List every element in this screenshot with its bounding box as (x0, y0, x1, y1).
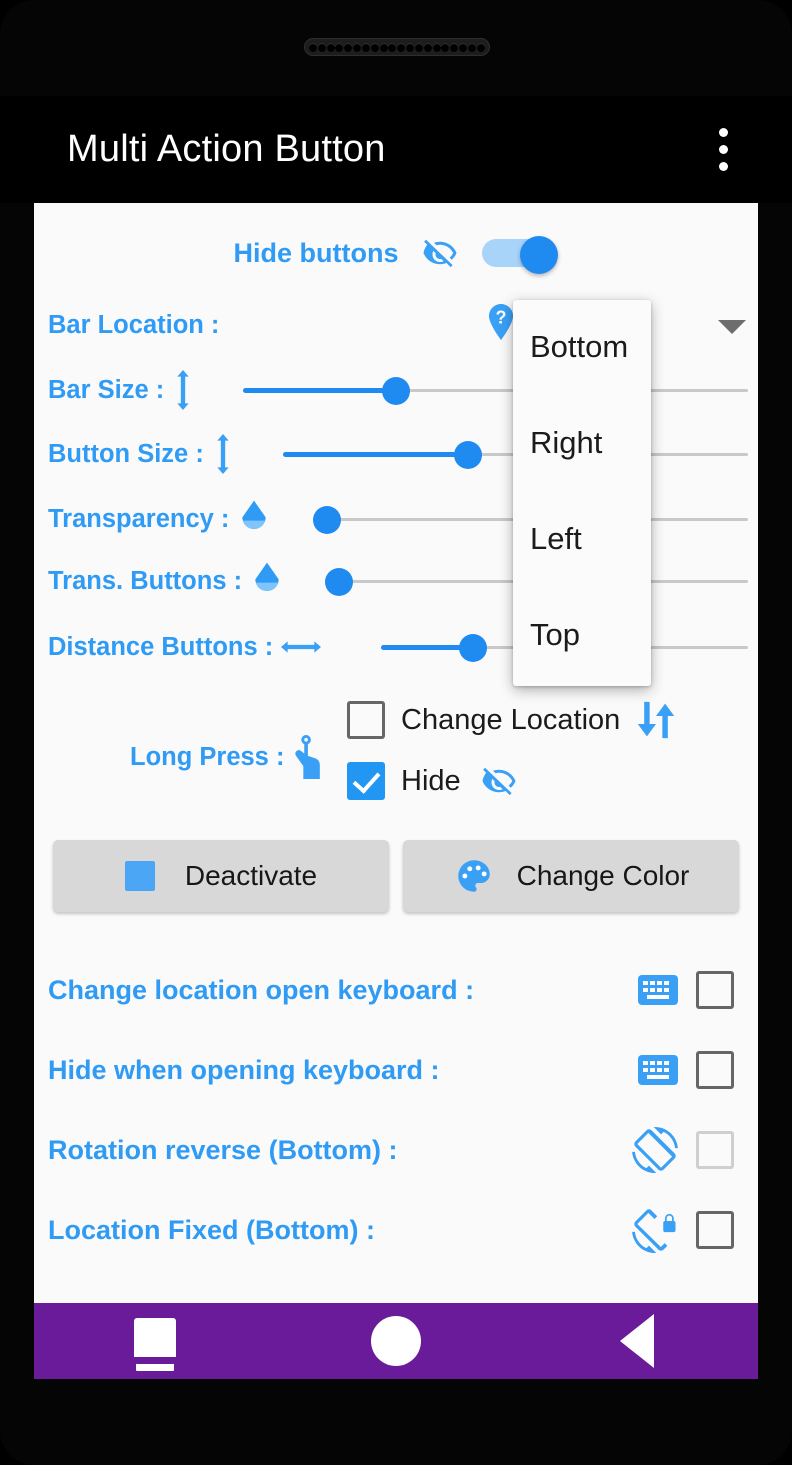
eye-off-icon (423, 239, 457, 268)
deactivate-button[interactable]: Deactivate (53, 840, 389, 912)
option-row-hide-keyboard: Hide when opening keyboard : (34, 1043, 758, 1097)
rotation-reverse-label: Rotation reverse (Bottom) : (48, 1134, 398, 1165)
palette-icon (457, 860, 490, 892)
change-color-button[interactable]: Change Color (403, 840, 739, 912)
arrows-horizontal-icon (281, 636, 322, 658)
trans-buttons-label: Trans. Buttons : (48, 566, 243, 595)
hide-buttons-row: Hide buttons (34, 235, 758, 274)
transparency-label: Transparency : (48, 504, 230, 533)
option-row-location-fixed: Location Fixed (Bottom) : (34, 1203, 758, 1257)
long-press-option-hide[interactable]: Hide (347, 762, 521, 800)
long-press-option-change-location[interactable]: Change Location (347, 698, 676, 742)
hide-buttons-toggle[interactable] (482, 236, 559, 274)
dropdown-option-bottom[interactable]: Bottom (530, 329, 628, 365)
distance-buttons-label: Distance Buttons : (48, 632, 274, 661)
nav-back-button[interactable] (517, 1314, 758, 1368)
dropdown-option-top[interactable]: Top (530, 617, 580, 653)
tap-hand-icon (295, 735, 321, 779)
screen-lock-rotation-icon (632, 1209, 676, 1253)
android-nav-bar (34, 1303, 758, 1379)
bar-size-slider[interactable] (243, 370, 748, 410)
hide-label: Hide (401, 764, 461, 797)
hide-buttons-label: Hide buttons (233, 237, 399, 268)
page-title: Multi Action Button (67, 128, 386, 170)
circle-icon (370, 1316, 421, 1366)
checkbox-change-location[interactable] (347, 701, 385, 739)
change-location-label: Change Location (401, 703, 621, 736)
keyboard-icon (638, 1055, 678, 1085)
resize-vertical-icon (212, 434, 234, 474)
resize-vertical-icon (172, 370, 194, 410)
screen-rotation-icon (632, 1127, 678, 1173)
eye-off-icon (482, 767, 516, 796)
dropdown-option-left[interactable]: Left (530, 521, 582, 557)
long-press-label: Long Press : (130, 742, 285, 771)
bar-size-label: Bar Size : (48, 375, 165, 404)
blue-square-icon (124, 861, 155, 891)
location-fixed-label: Location Fixed (Bottom) : (48, 1214, 375, 1245)
keyboard-icon (638, 975, 678, 1005)
svg-text:?: ? (496, 308, 507, 328)
option-row-rotation-reverse: Rotation reverse (Bottom) : (34, 1123, 758, 1177)
chevron-down-icon[interactable] (718, 320, 746, 334)
water-drop-icon (250, 561, 284, 601)
toggle-thumb (520, 236, 559, 274)
phone-frame: Multi Action Button Hide buttons Bar Loc… (0, 0, 792, 1465)
slider-thumb[interactable] (382, 377, 410, 405)
change-location-keyboard-label: Change location open keyboard : (48, 974, 475, 1005)
bar-location-label: Bar Location : (48, 310, 220, 339)
checkbox-rotation-reverse[interactable] (696, 1131, 734, 1169)
long-press-label-group: Long Press : (130, 735, 324, 779)
slider-thumb[interactable] (325, 568, 353, 596)
nav-recents-button[interactable] (34, 1318, 275, 1364)
nav-home-button[interactable] (275, 1316, 516, 1366)
slider-fill (283, 452, 468, 457)
triangle-left-icon (620, 1314, 655, 1368)
settings-card: Hide buttons Bar Location : ? Bar Size : (34, 203, 758, 1303)
earpiece-speaker-grille (304, 38, 490, 56)
swap-vertical-icon (638, 701, 675, 739)
checkbox-hide[interactable] (347, 762, 385, 800)
slider-thumb[interactable] (454, 441, 482, 469)
checkbox-change-location-keyboard[interactable] (696, 971, 734, 1009)
checkbox-hide-keyboard[interactable] (696, 1051, 734, 1089)
slider-fill (243, 388, 396, 393)
hide-keyboard-label: Hide when opening keyboard : (48, 1054, 440, 1085)
slider-thumb[interactable] (459, 634, 487, 662)
slider-thumb[interactable] (313, 506, 341, 534)
checkbox-location-fixed[interactable] (696, 1211, 734, 1249)
app-bar: Multi Action Button (0, 96, 792, 203)
square-icon (133, 1318, 176, 1364)
option-row-change-location-keyboard: Change location open keyboard : (34, 963, 758, 1017)
button-size-label: Button Size : (48, 439, 204, 468)
more-vert-icon[interactable] (710, 120, 736, 180)
water-drop-icon (237, 499, 271, 539)
bar-location-dropdown-menu[interactable]: Bottom Right Left Top (513, 300, 651, 686)
change-color-label: Change Color (516, 860, 690, 891)
deactivate-label: Deactivate (184, 860, 318, 891)
dropdown-option-right[interactable]: Right (530, 425, 602, 461)
